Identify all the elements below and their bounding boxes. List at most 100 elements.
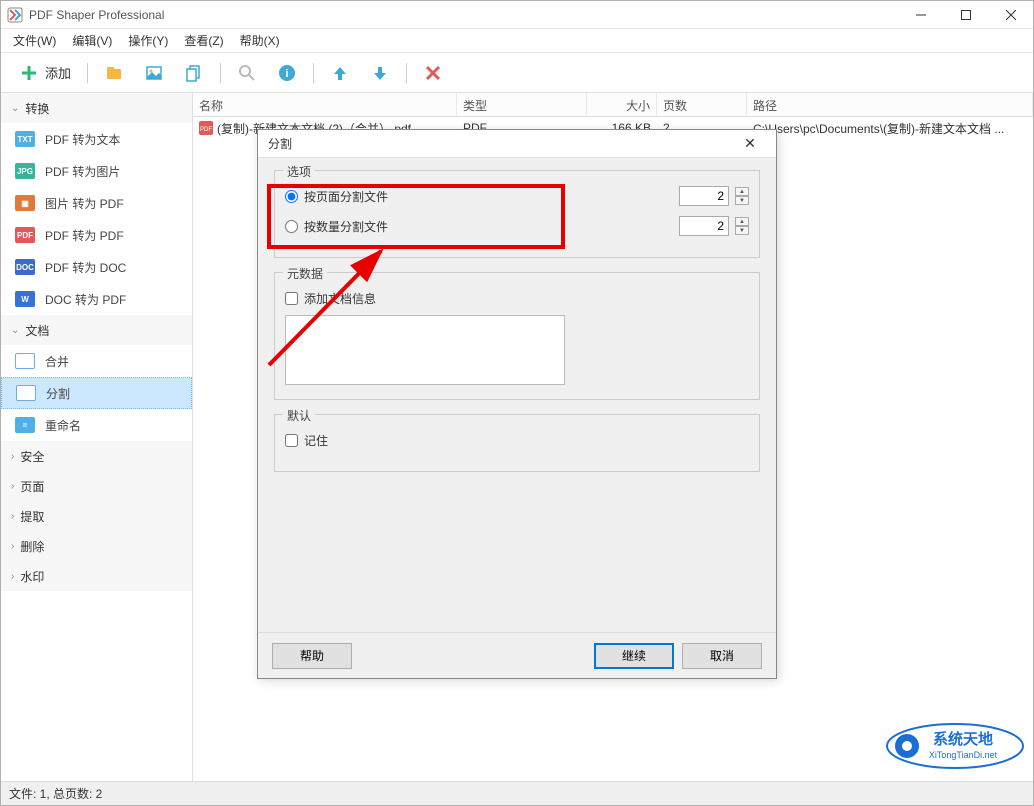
- pdf-file-icon: PDF: [199, 121, 213, 135]
- sidebar-section-label: 转换: [25, 100, 49, 117]
- sidebar-section-convert[interactable]: ⌄转换: [1, 93, 192, 123]
- spin-up-2[interactable]: ▲: [735, 217, 749, 226]
- sidebar-item-image-to-pdf[interactable]: ▣ 图片 转为 PDF: [1, 187, 192, 219]
- chevron-right-icon: ›: [11, 571, 14, 582]
- merge-icon: [15, 353, 35, 369]
- pdf-to-pdf-icon: PDF: [15, 227, 35, 243]
- checkbox-remember[interactable]: [285, 434, 298, 447]
- default-fieldset: 默认 记住: [274, 414, 760, 472]
- label-remember: 记住: [304, 432, 328, 449]
- radio-split-by-count[interactable]: [285, 220, 298, 233]
- sidebar-item-label: 图片 转为 PDF: [45, 195, 124, 212]
- menu-edit[interactable]: 编辑(V): [64, 29, 120, 52]
- app-icon: [7, 7, 23, 23]
- checkbox-add-docinfo[interactable]: [285, 292, 298, 305]
- sidebar-item-pdf-to-image[interactable]: JPGPDF 转为图片: [1, 155, 192, 187]
- options-fieldset: 选项 按页面分割文件 ▲▼ 按数量分割文件 ▲▼: [274, 170, 760, 258]
- statusbar: 文件: 1, 总页数: 2: [1, 781, 1033, 805]
- chevron-down-icon: ⌄: [11, 325, 19, 336]
- arrow-down-icon: [370, 63, 390, 83]
- copy-icon: [184, 63, 204, 83]
- sidebar-item-doc-to-pdf[interactable]: WDOC 转为 PDF: [1, 283, 192, 315]
- maximize-button[interactable]: [943, 1, 988, 29]
- sidebar-item-pdf-to-doc[interactable]: DOCPDF 转为 DOC: [1, 251, 192, 283]
- col-name[interactable]: 名称: [193, 93, 457, 116]
- chevron-right-icon: ›: [11, 481, 14, 492]
- image-to-pdf-icon: ▣: [15, 195, 35, 211]
- input-page-count[interactable]: [679, 186, 729, 206]
- input-file-count[interactable]: [679, 216, 729, 236]
- sidebar-item-split[interactable]: 分割: [1, 377, 192, 409]
- sidebar-section-page[interactable]: › 页面: [1, 471, 192, 501]
- minimize-button[interactable]: [898, 1, 943, 29]
- list-header: 名称 类型 大小 页数 路径: [193, 93, 1033, 117]
- window-title: PDF Shaper Professional: [29, 8, 898, 22]
- default-legend: 默认: [283, 407, 315, 424]
- folder-icon: [104, 63, 124, 83]
- image-button[interactable]: [136, 57, 172, 89]
- cell-path: C:\Users\pc\Documents\(复制)-新建文本文档 ...: [747, 118, 1033, 139]
- sidebar-item-label: 分割: [46, 385, 70, 402]
- label-split-by-count: 按数量分割文件: [304, 218, 673, 235]
- radio-split-by-page[interactable]: [285, 190, 298, 203]
- spin-up-1[interactable]: ▲: [735, 187, 749, 196]
- col-path[interactable]: 路径: [747, 93, 1033, 116]
- split-dialog: 分割 ✕ 选项 按页面分割文件 ▲▼ 按数量分割文件 ▲▼ 元数据 添加文档信息: [257, 129, 777, 679]
- pdf-to-image-icon: JPG: [15, 163, 35, 179]
- chevron-right-icon: ›: [11, 511, 14, 522]
- spin-down-2[interactable]: ▼: [735, 226, 749, 235]
- sidebar-section-delete[interactable]: › 删除: [1, 531, 192, 561]
- sidebar-section-label: 安全: [20, 448, 44, 465]
- add-button[interactable]: 添加: [11, 57, 79, 89]
- col-type[interactable]: 类型: [457, 93, 587, 116]
- label-split-by-page: 按页面分割文件: [304, 188, 673, 205]
- info-button[interactable]: i: [269, 57, 305, 89]
- remove-button[interactable]: [415, 57, 451, 89]
- rename-icon: =: [15, 417, 35, 433]
- dialog-close-button[interactable]: ✕: [730, 130, 770, 158]
- sidebar: ⌄转换TXTPDF 转为文本JPGPDF 转为图片▣图片 转为 PDFPDFPD…: [1, 93, 193, 781]
- sidebar-item-pdf-to-text[interactable]: TXTPDF 转为文本: [1, 123, 192, 155]
- menu-view[interactable]: 查看(Z): [176, 29, 231, 52]
- sidebar-item-pdf-to-pdf[interactable]: PDFPDF 转为 PDF: [1, 219, 192, 251]
- add-label: 添加: [45, 63, 71, 82]
- metadata-legend: 元数据: [283, 265, 327, 282]
- docinfo-textarea[interactable]: [285, 315, 565, 385]
- sidebar-section-security[interactable]: › 安全: [1, 441, 192, 471]
- folder-button[interactable]: [96, 57, 132, 89]
- doc-to-pdf-icon: W: [15, 291, 35, 307]
- sidebar-item-label: 合并: [45, 353, 69, 370]
- continue-button[interactable]: 继续: [594, 643, 674, 669]
- sidebar-section-label: 删除: [20, 538, 44, 555]
- chevron-right-icon: ›: [11, 541, 14, 552]
- dialog-titlebar: 分割 ✕: [258, 130, 776, 158]
- sidebar-section-label: 提取: [20, 508, 44, 525]
- dialog-buttons: 帮助 继续 取消: [258, 632, 776, 678]
- titlebar: PDF Shaper Professional: [1, 1, 1033, 29]
- help-button[interactable]: 帮助: [272, 643, 352, 669]
- menu-help[interactable]: 帮助(X): [232, 29, 288, 52]
- col-pages[interactable]: 页数: [657, 93, 747, 116]
- cancel-button[interactable]: 取消: [682, 643, 762, 669]
- watermark-logo: 系统天地 XiTongTianDi.net: [885, 722, 1025, 775]
- spin-down-1[interactable]: ▼: [735, 196, 749, 205]
- close-button[interactable]: [988, 1, 1033, 29]
- sidebar-section-document[interactable]: ⌄ 文档: [1, 315, 192, 345]
- search-button[interactable]: [229, 57, 265, 89]
- sidebar-section-label: 文档: [25, 322, 49, 339]
- up-button[interactable]: [322, 57, 358, 89]
- down-button[interactable]: [362, 57, 398, 89]
- info-icon: i: [277, 63, 297, 83]
- chevron-right-icon: ›: [11, 451, 14, 462]
- menu-file[interactable]: 文件(W): [5, 29, 64, 52]
- sidebar-section-label: 页面: [20, 478, 44, 495]
- sidebar-item-merge[interactable]: 合并: [1, 345, 192, 377]
- sidebar-item-rename[interactable]: =重命名: [1, 409, 192, 441]
- sidebar-section-watermark[interactable]: ›水印: [1, 561, 192, 591]
- options-legend: 选项: [283, 163, 315, 180]
- arrow-up-icon: [330, 63, 350, 83]
- col-size[interactable]: 大小: [587, 93, 657, 116]
- sidebar-section-extract[interactable]: › 提取: [1, 501, 192, 531]
- copy-button[interactable]: [176, 57, 212, 89]
- menu-action[interactable]: 操作(Y): [120, 29, 176, 52]
